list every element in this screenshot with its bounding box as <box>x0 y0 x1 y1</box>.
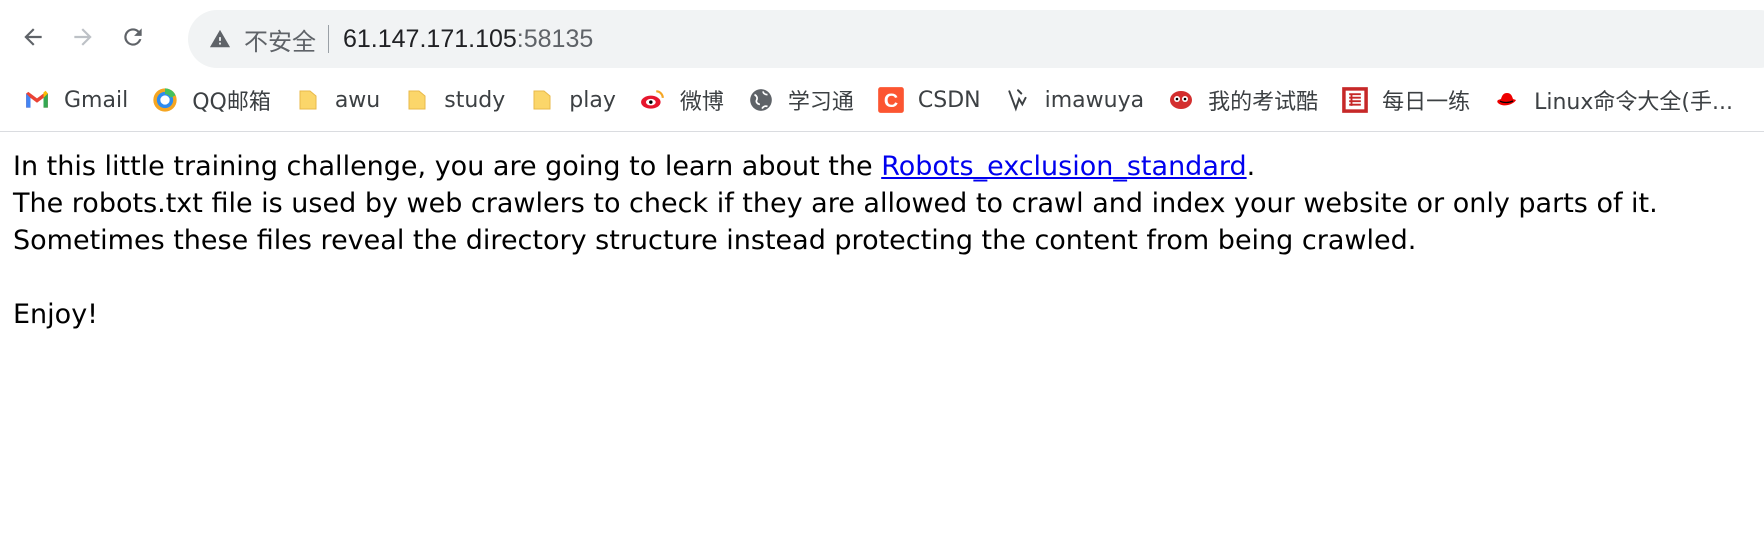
reload-button[interactable] <box>114 18 152 56</box>
intro-period: . <box>1246 151 1256 182</box>
folder-icon <box>293 85 323 115</box>
back-arrow-icon <box>24 28 42 46</box>
line-break <box>13 259 1658 296</box>
daily-practice-icon <box>1340 85 1370 115</box>
bookmark-imawuya[interactable]: imawuya <box>1003 80 1150 120</box>
url-host: 61.147.171.105 <box>343 24 517 53</box>
bookmark-label: study <box>444 87 506 113</box>
toolbar-divider <box>0 131 1764 132</box>
bookmark-daily-practice[interactable]: 每日一练 <box>1340 80 1476 120</box>
directory-structure-line: Sometimes these files reveal the directo… <box>13 225 1417 256</box>
redhat-icon <box>1492 85 1522 115</box>
bookmark-folder-play[interactable]: play <box>527 80 622 120</box>
reload-icon <box>124 28 142 46</box>
bookmark-label: 每日一练 <box>1382 90 1471 115</box>
page-content: In this little training challenge, you a… <box>13 148 1658 333</box>
bookmark-label: QQ邮箱 <box>192 90 271 115</box>
bookmark-label: awu <box>334 87 381 113</box>
imawuya-icon <box>1003 85 1033 115</box>
bookmark-xuexitong[interactable]: 学习通 <box>746 80 860 120</box>
bookmark-folder-awu[interactable]: awu <box>293 80 386 120</box>
bookmark-examcoo[interactable]: 我的考试酷 <box>1166 80 1324 120</box>
bookmark-linux-commands[interactable]: Linux命令大全(手... <box>1492 80 1739 120</box>
browser-toolbar: 不安全 61.147.171.105:58135 <box>0 0 1764 72</box>
bookmark-weibo[interactable]: 微博 <box>638 80 730 120</box>
bookmark-label: CSDN <box>917 87 981 113</box>
address-bar[interactable]: 不安全 61.147.171.105:58135 <box>188 10 1764 68</box>
bookmark-csdn[interactable]: C CSDN <box>876 80 987 120</box>
intro-paragraph: In this little training challenge, you a… <box>13 148 1658 185</box>
bookmark-gmail[interactable]: Gmail <box>22 80 134 120</box>
bookmark-label: 我的考试酷 <box>1208 90 1319 115</box>
forward-button[interactable] <box>64 18 102 56</box>
back-button[interactable] <box>14 18 52 56</box>
svg-text:C: C <box>884 90 898 112</box>
bookmarks-bar: Gmail QQ邮箱 awu study play 微博 学习通 C CSDN … <box>0 78 1764 122</box>
forward-arrow-icon <box>74 28 92 46</box>
bookmark-label: play <box>569 87 616 113</box>
csdn-icon: C <box>876 85 906 115</box>
intro-text: In this little training challenge, you a… <box>13 151 882 182</box>
bookmark-folder-study[interactable]: study <box>402 80 511 120</box>
security-status-label[interactable]: 不安全 <box>244 22 316 57</box>
examcoo-icon <box>1166 85 1196 115</box>
qq-mail-icon <box>150 85 180 115</box>
warning-triangle-icon[interactable] <box>208 27 232 51</box>
enjoy-text: Enjoy! <box>13 299 98 330</box>
bookmark-label: 微博 <box>679 90 724 115</box>
address-separator <box>328 25 329 53</box>
bookmark-label: Linux命令大全(手... <box>1534 90 1733 115</box>
bookmark-label: 学习通 <box>787 90 854 115</box>
bookmark-qq-mail[interactable]: QQ邮箱 <box>150 80 277 120</box>
bookmark-label: imawuya <box>1044 87 1145 113</box>
weibo-icon <box>638 85 668 115</box>
gmail-icon <box>22 85 52 115</box>
folder-icon <box>402 85 432 115</box>
robots-exclusion-link[interactable]: Robots_exclusion_standard <box>881 151 1246 182</box>
globe-icon <box>746 85 776 115</box>
robots-description-line: The robots.txt file is used by web crawl… <box>13 188 1658 219</box>
bookmark-label: Gmail <box>64 87 129 113</box>
folder-icon <box>527 85 557 115</box>
url-port: :58135 <box>516 24 594 53</box>
